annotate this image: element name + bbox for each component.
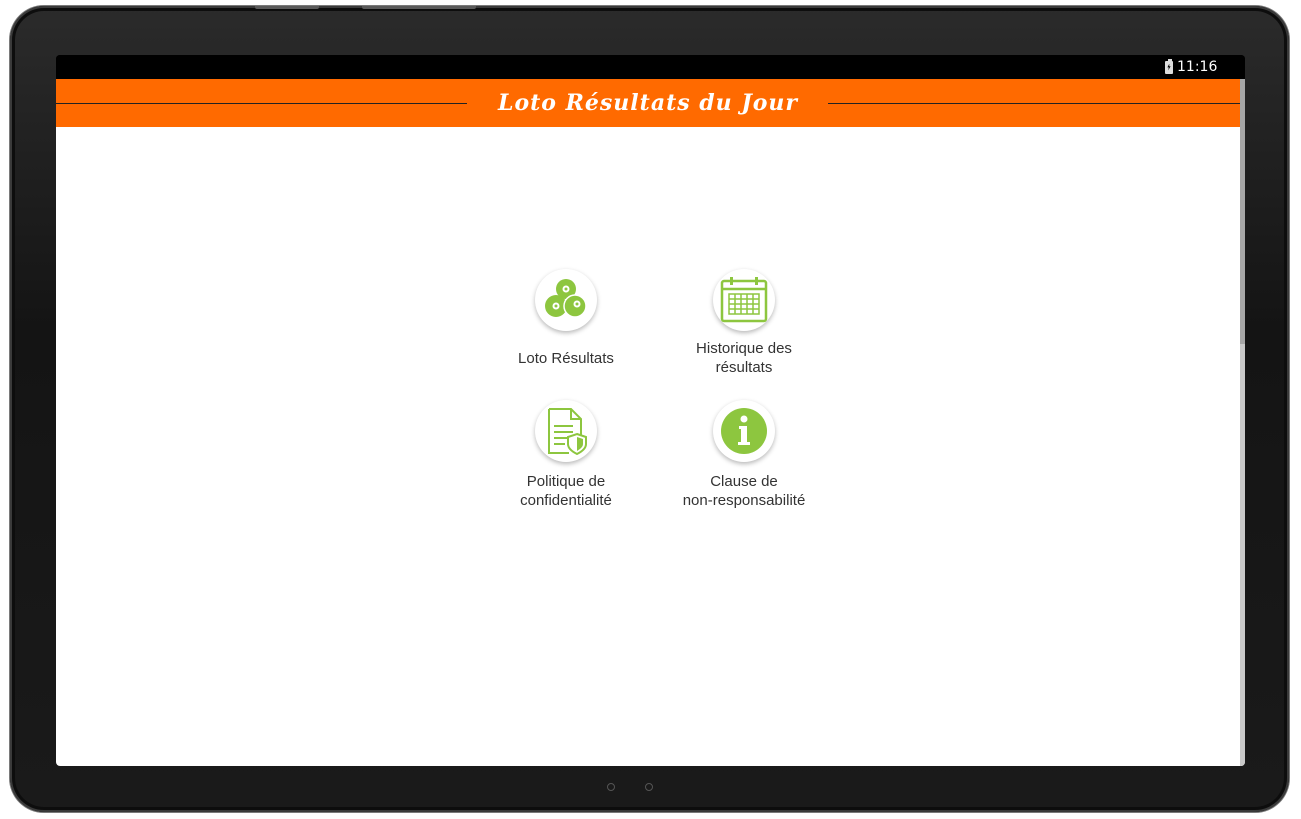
status-time: 11:16: [1177, 59, 1218, 75]
icon-circle: [535, 400, 597, 462]
privacy-document-icon: [548, 408, 587, 455]
icon-circle: [713, 269, 775, 331]
sensor-dot: [645, 783, 653, 791]
screen: 11:16 Loto Résultats du Jour Loto Résult…: [56, 55, 1245, 766]
menu-item-loto-resultats[interactable]: Loto Résultats: [486, 269, 646, 399]
info-icon: [721, 408, 767, 454]
camera-dot: [607, 783, 615, 791]
battery-charging-icon: [1165, 58, 1173, 74]
power-button: [362, 6, 476, 9]
volume-button: [255, 6, 319, 9]
icon-circle: [535, 269, 597, 331]
app-content: Loto Résultats du Jour Loto Résultats Hi…: [56, 79, 1245, 766]
menu-item-label: Historique des résultats: [696, 340, 792, 376]
calendar-icon: [720, 277, 768, 323]
menu-grid: Loto Résultats Historique des résultats …: [486, 269, 836, 539]
status-bar: 11:16: [56, 55, 1245, 79]
icon-circle: [713, 400, 775, 462]
scrollbar-thumb[interactable]: [1240, 79, 1245, 344]
app-title: Loto Résultats du Jour: [498, 90, 798, 116]
lottery-balls-icon: [545, 279, 587, 318]
app-header: Loto Résultats du Jour: [56, 79, 1240, 127]
menu-item-label: Clause de non-responsabilité: [682, 473, 806, 509]
menu-item-politique[interactable]: Politique de confidentialité: [486, 400, 646, 530]
menu-item-clause[interactable]: Clause de non-responsabilité: [664, 400, 824, 530]
menu-item-historique[interactable]: Historique des résultats: [664, 269, 824, 399]
menu-item-label: Politique de confidentialité: [520, 473, 612, 509]
menu-item-label: Loto Résultats: [518, 350, 614, 367]
